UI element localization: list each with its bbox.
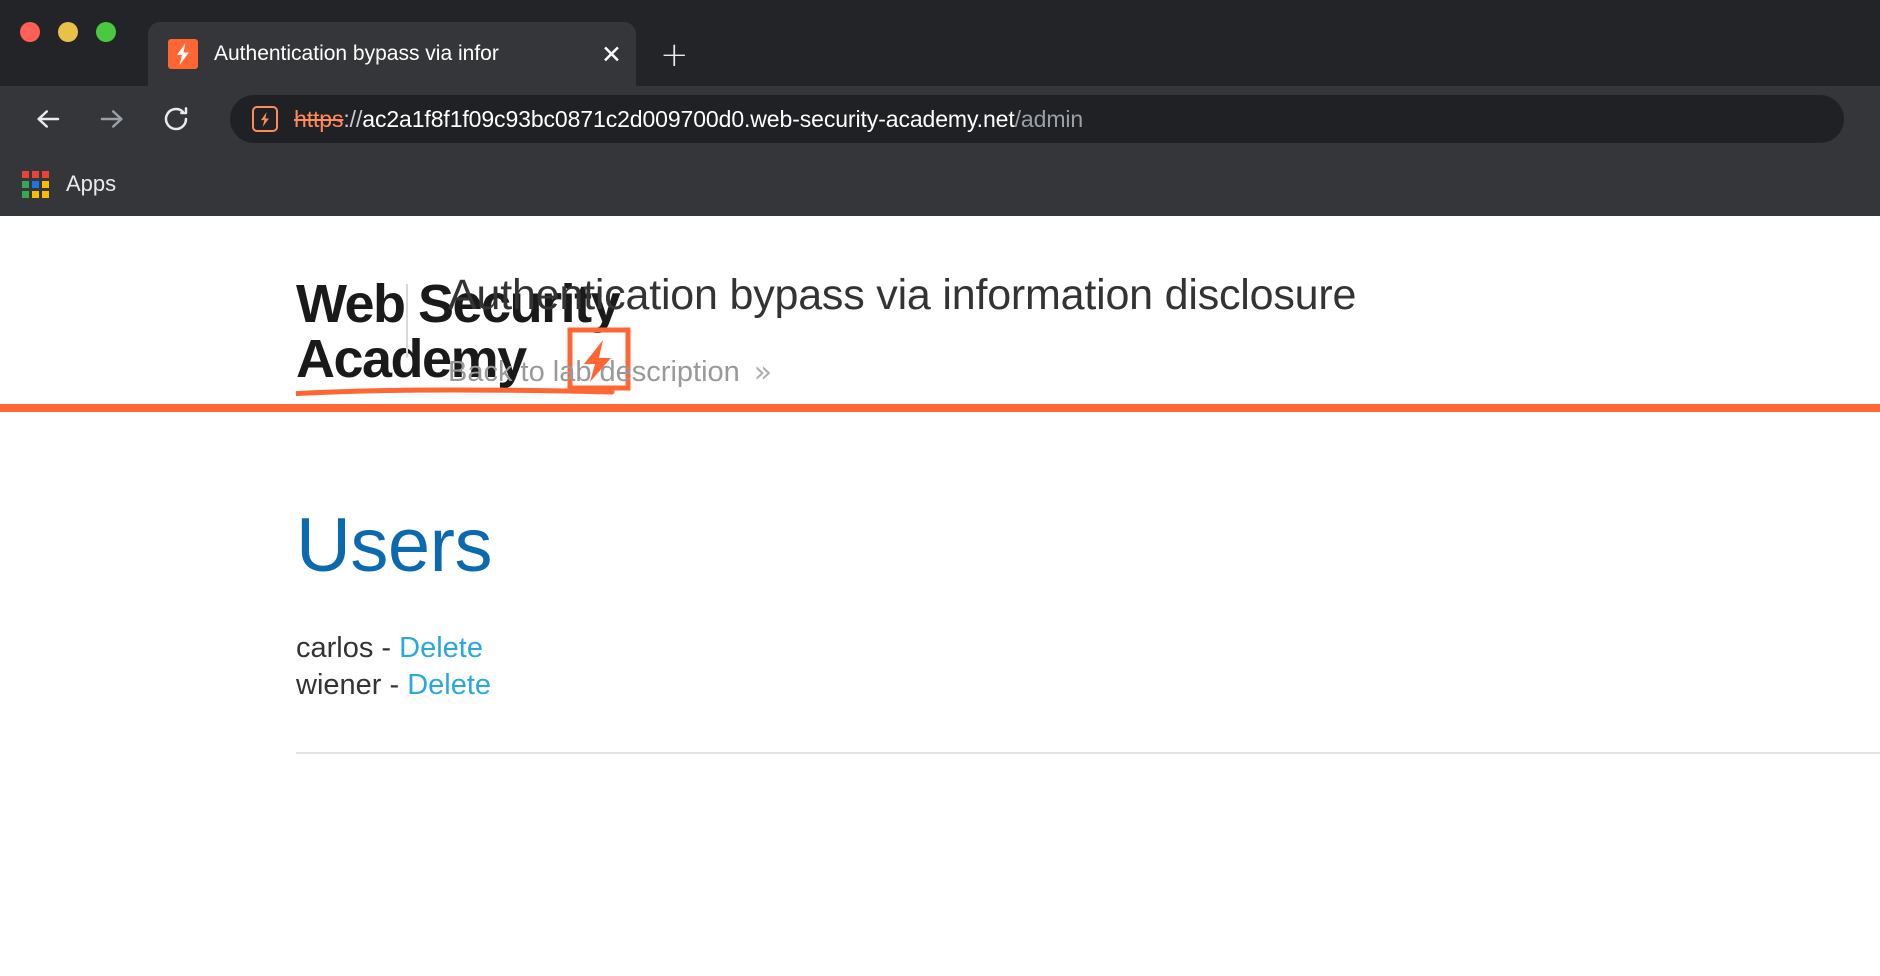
tab-strip: Authentication bypass via infor ✕ + (0, 0, 1880, 86)
browser-tab[interactable]: Authentication bypass via infor ✕ (148, 22, 636, 86)
bookmarks-bar: Apps (0, 152, 1880, 216)
main-content: Users carlos - Delete wiener - Delete (0, 412, 1880, 755)
content-divider (296, 752, 1880, 755)
navigation-toolbar: https://ac2a1f8f1f09c93bc0871c2d009700d0… (0, 86, 1880, 152)
reload-button[interactable] (152, 95, 200, 143)
user-name: carlos (296, 632, 374, 664)
apps-grid-icon (22, 171, 49, 198)
apps-shortcut[interactable]: Apps (22, 171, 117, 198)
new-tab-button[interactable]: + (660, 38, 689, 72)
user-name: wiener (296, 669, 382, 702)
minimize-window-button[interactable] (58, 22, 78, 42)
tab-title: Authentication bypass via infor (214, 42, 499, 65)
url-text: https://ac2a1f8f1f09c93bc0871c2d009700d0… (294, 106, 1083, 133)
close-window-button[interactable] (20, 22, 40, 42)
close-tab-icon[interactable]: ✕ (601, 42, 622, 67)
row-separator: - (389, 669, 400, 702)
accent-bar (0, 404, 1880, 412)
page-title: Authentication bypass via information di… (448, 271, 1357, 319)
delete-user-link[interactable]: Delete (399, 632, 483, 664)
lab-header-text: Authentication bypass via information di… (408, 258, 1880, 390)
list-item: wiener - Delete (296, 667, 1880, 704)
list-item: carlos - Delete (296, 630, 1880, 667)
browser-window: Authentication bypass via infor ✕ + http… (0, 0, 1880, 976)
address-bar[interactable]: https://ac2a1f8f1f09c93bc0871c2d009700d0… (230, 95, 1844, 143)
row-separator: - (381, 632, 392, 664)
back-link-label: Back to lab description (448, 356, 740, 389)
back-to-lab-description-link[interactable]: Back to lab description » (448, 355, 772, 390)
burp-lightning-icon (168, 39, 198, 69)
url-path: /admin (1014, 105, 1084, 132)
forward-button[interactable] (88, 95, 136, 143)
window-controls (20, 22, 116, 42)
maximize-window-button[interactable] (96, 22, 116, 42)
url-scheme: https (294, 105, 344, 132)
url-host: ac2a1f8f1f09c93bc0871c2d009700d0.web-sec… (362, 105, 1015, 132)
back-button[interactable] (24, 95, 72, 143)
apps-label: Apps (66, 171, 117, 196)
url-separator: :// (343, 105, 363, 132)
users-heading: Users (296, 503, 492, 588)
not-secure-lightning-icon[interactable] (252, 106, 278, 132)
page-viewport: Web Security Academy Authentication bypa… (0, 216, 1880, 976)
double-chevron-right-icon: » (753, 355, 773, 391)
user-list: carlos - Delete wiener - Delete (296, 630, 1880, 704)
lab-header: Web Security Academy Authentication bypa… (0, 216, 1880, 404)
academy-logo[interactable]: Web Security Academy (0, 258, 631, 402)
delete-user-link[interactable]: Delete (407, 669, 491, 701)
